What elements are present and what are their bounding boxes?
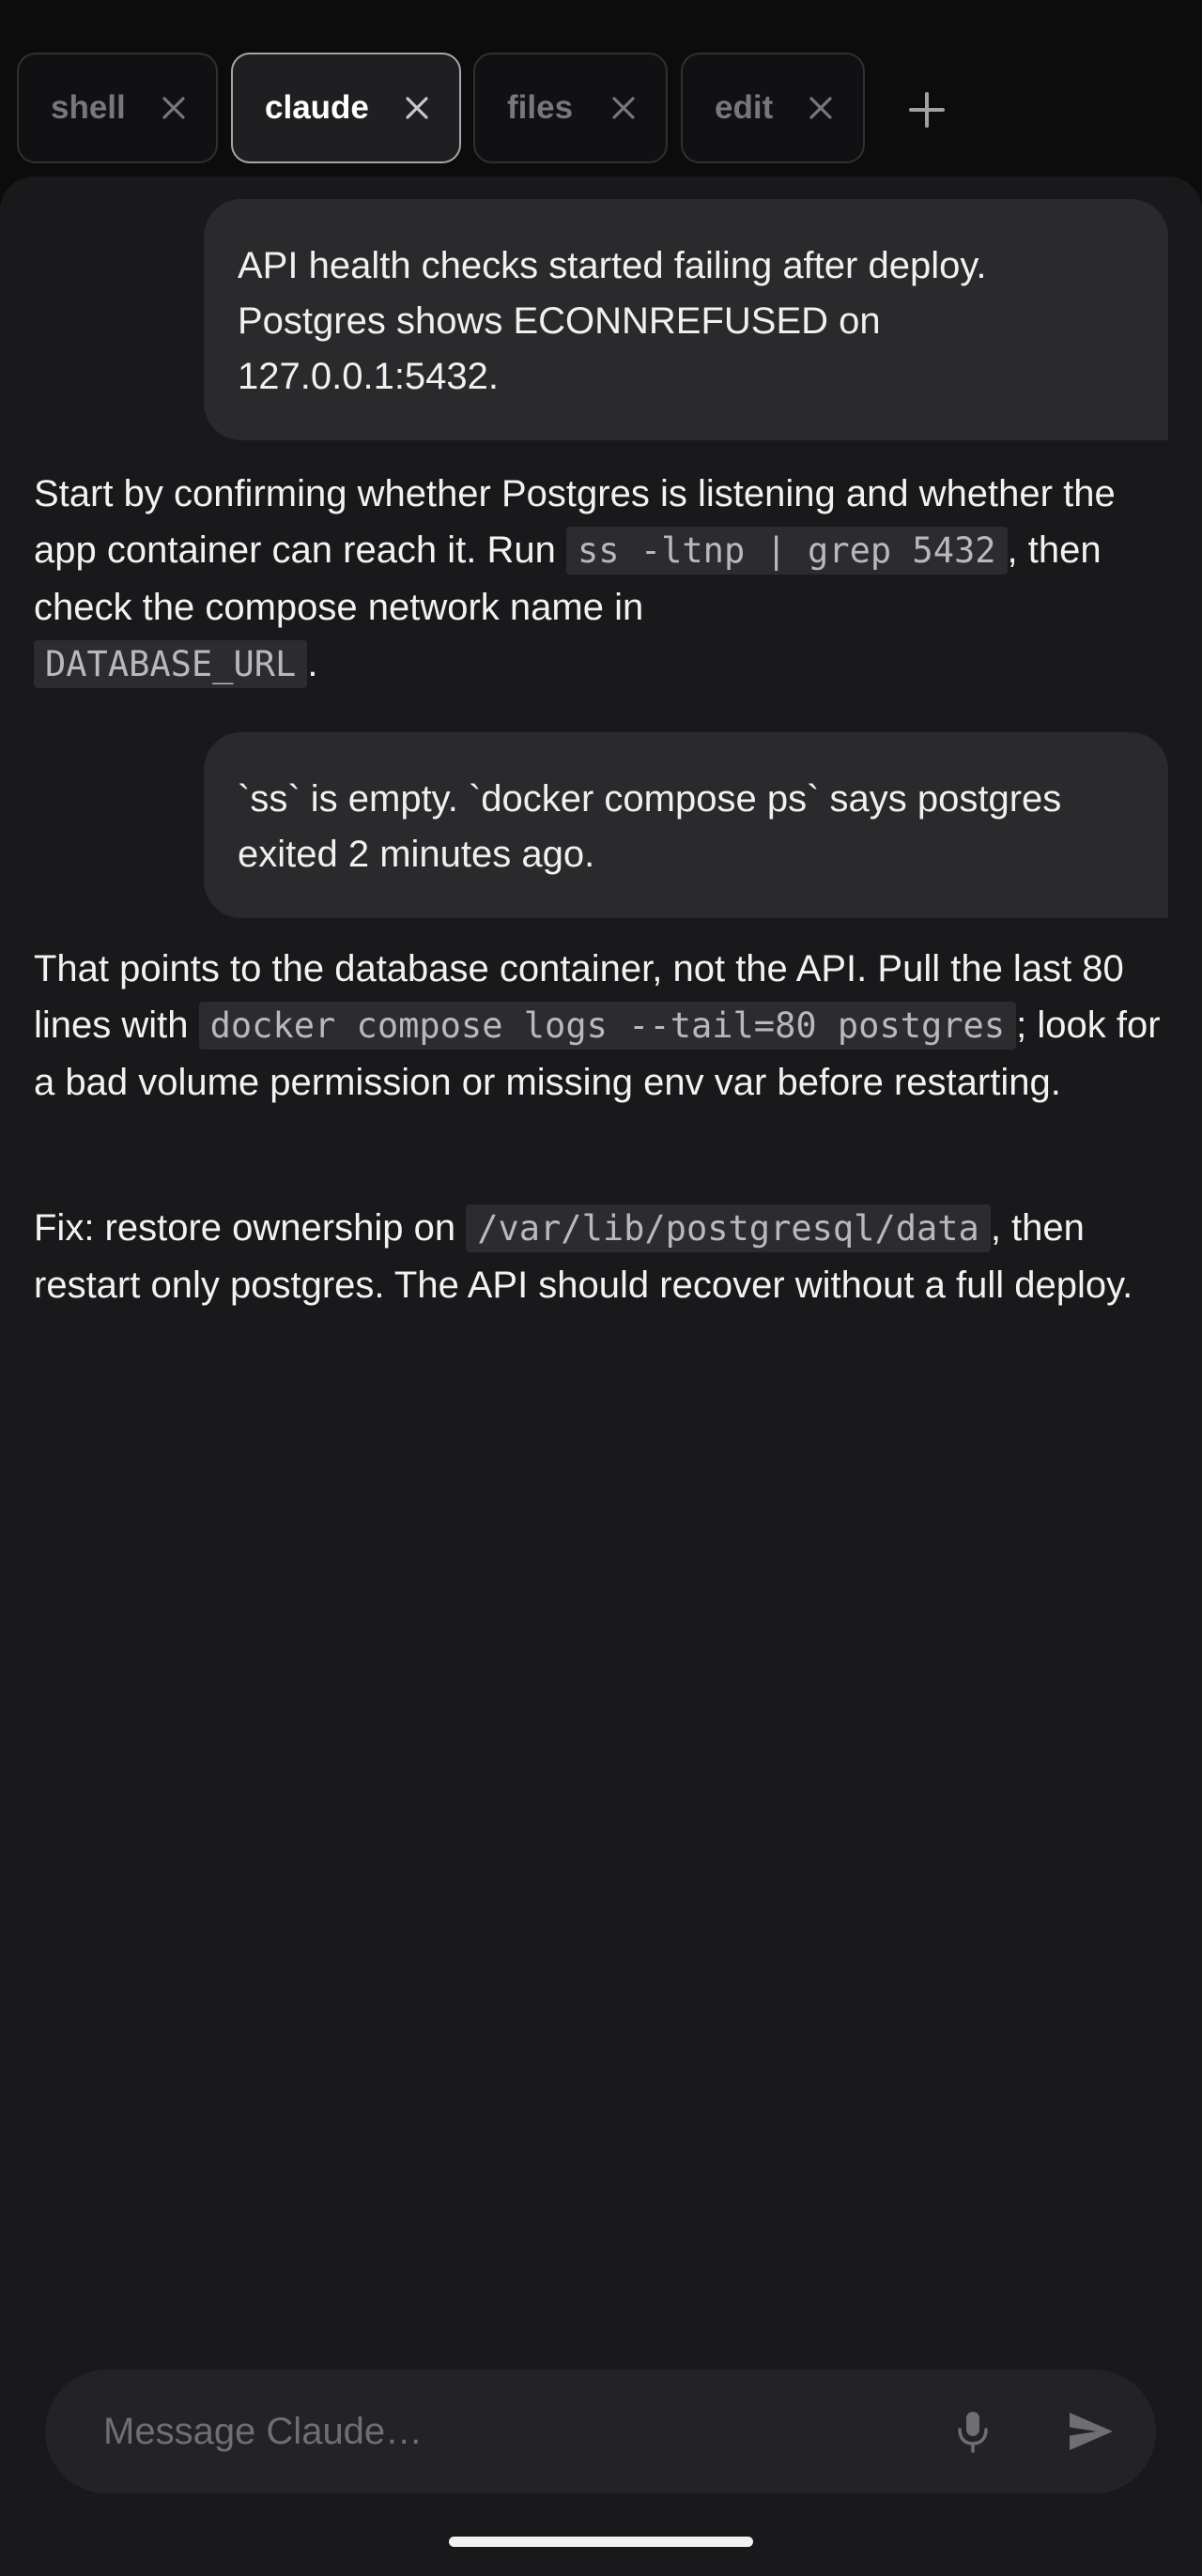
- close-icon[interactable]: [609, 94, 638, 122]
- assistant-message: Start by confirming whether Postgres is …: [34, 466, 1172, 693]
- inline-code: docker compose logs --tail=80 postgres: [198, 1002, 1017, 1050]
- close-icon[interactable]: [403, 94, 431, 122]
- tab-label: shell: [51, 89, 126, 126]
- tab-label: edit: [715, 89, 774, 126]
- user-message: API health checks started failing after …: [204, 199, 1168, 440]
- microphone-icon[interactable]: [948, 2407, 997, 2456]
- user-message-text: `ss` is empty. `docker compose ps` says …: [238, 778, 1062, 875]
- user-message: `ss` is empty. `docker compose ps` says …: [204, 732, 1168, 918]
- assistant-text: .: [307, 643, 318, 684]
- tab-label: files: [507, 89, 574, 126]
- close-icon[interactable]: [807, 94, 835, 122]
- tab-claude[interactable]: claude: [231, 53, 461, 163]
- inline-code: /var/lib/postgresql/data: [466, 1204, 991, 1252]
- inline-code: ss -ltnp | grep 5432: [566, 527, 1008, 575]
- message-input[interactable]: [101, 2398, 947, 2465]
- message-composer: [45, 2369, 1156, 2493]
- tab-shell[interactable]: shell: [17, 53, 218, 163]
- tab-label: claude: [265, 89, 369, 126]
- user-message-text: API health checks started failing after …: [238, 245, 987, 397]
- tab-bar: shell claude files edit: [0, 0, 1202, 178]
- inline-code: DATABASE_URL: [34, 640, 308, 688]
- assistant-message: Fix: restore ownership on /var/lib/postg…: [34, 1200, 1172, 1313]
- tab-files[interactable]: files: [473, 53, 668, 163]
- plus-icon[interactable]: [906, 89, 948, 130]
- home-indicator[interactable]: [449, 2537, 753, 2547]
- chat-panel: API health checks started failing after …: [0, 176, 1202, 2576]
- assistant-message: That points to the database container, n…: [34, 941, 1172, 1111]
- send-icon[interactable]: [1065, 2405, 1117, 2458]
- close-icon[interactable]: [160, 94, 188, 122]
- assistant-text: Fix: restore ownership on: [34, 1207, 467, 1249]
- tab-edit[interactable]: edit: [681, 53, 865, 163]
